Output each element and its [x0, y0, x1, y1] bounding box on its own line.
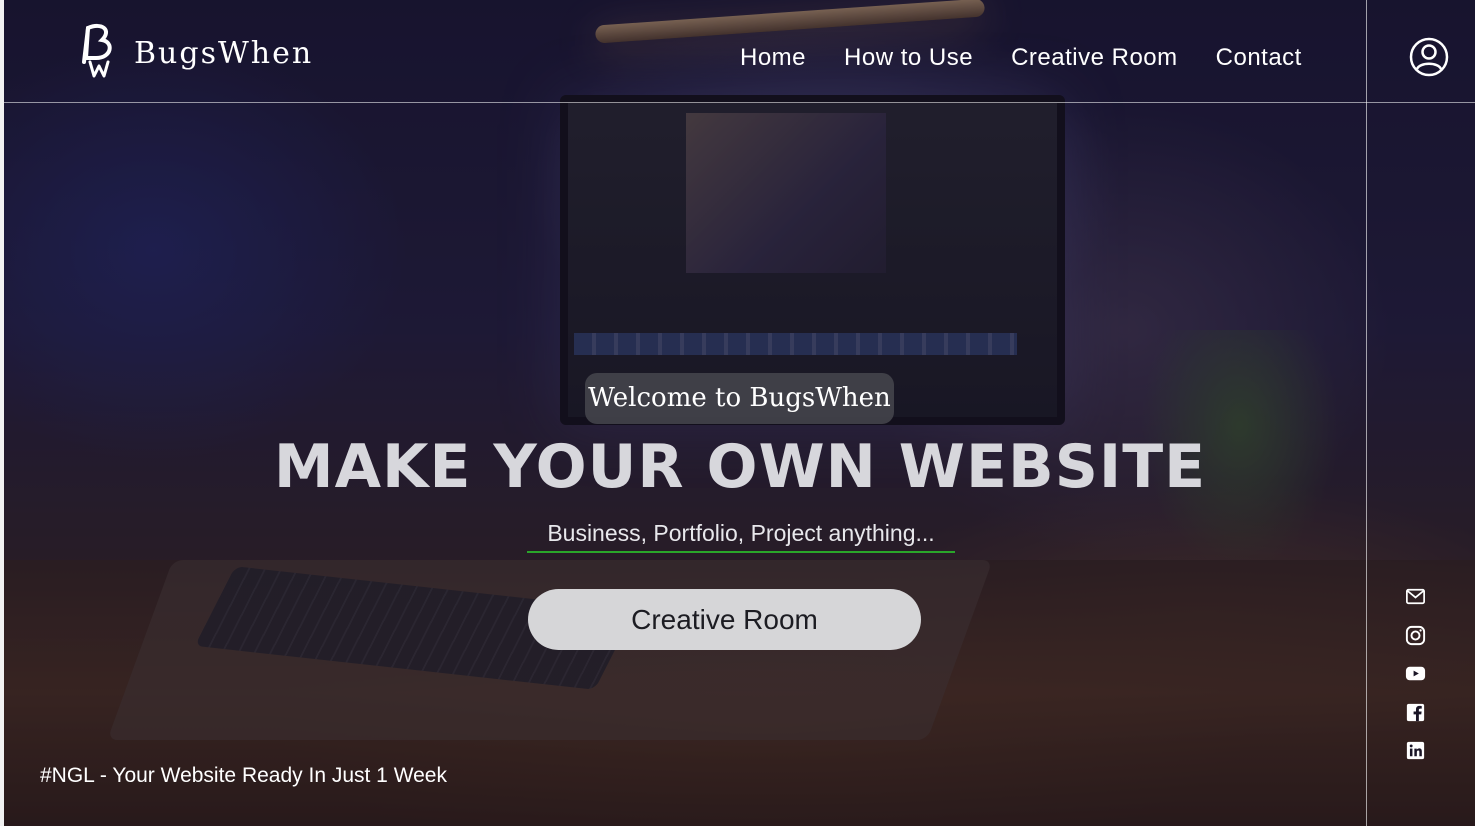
right-rail-divider: [1366, 0, 1367, 826]
social-links: [1404, 585, 1427, 778]
nav-home[interactable]: Home: [740, 44, 806, 72]
instagram-icon[interactable]: [1404, 624, 1427, 647]
site-header: BugsWhen Home How to Use Creative Room C…: [4, 0, 1475, 103]
main-nav: Home How to Use Creative Room Contact: [740, 44, 1302, 72]
linkedin-icon[interactable]: [1404, 739, 1427, 762]
mail-icon[interactable]: [1404, 585, 1427, 608]
hero-headline: MAKE YOUR OWN WEBSITE: [273, 432, 1207, 502]
creative-room-button[interactable]: Creative Room: [528, 589, 921, 650]
nav-contact[interactable]: Contact: [1216, 44, 1302, 72]
nav-creative-room[interactable]: Creative Room: [1011, 44, 1178, 72]
youtube-icon[interactable]: [1404, 662, 1427, 685]
facebook-icon[interactable]: [1404, 701, 1427, 724]
welcome-badge: Welcome to BugsWhen: [585, 373, 894, 424]
nav-how-to-use[interactable]: How to Use: [844, 44, 973, 72]
user-circle-icon[interactable]: [1408, 36, 1450, 78]
logo-icon[interactable]: [74, 22, 118, 80]
brand-name[interactable]: BugsWhen: [134, 36, 313, 71]
hero-subheadline: Business, Portfolio, Project anything...: [527, 520, 955, 553]
footer-tagline: #NGL - Your Website Ready In Just 1 Week: [40, 764, 447, 787]
